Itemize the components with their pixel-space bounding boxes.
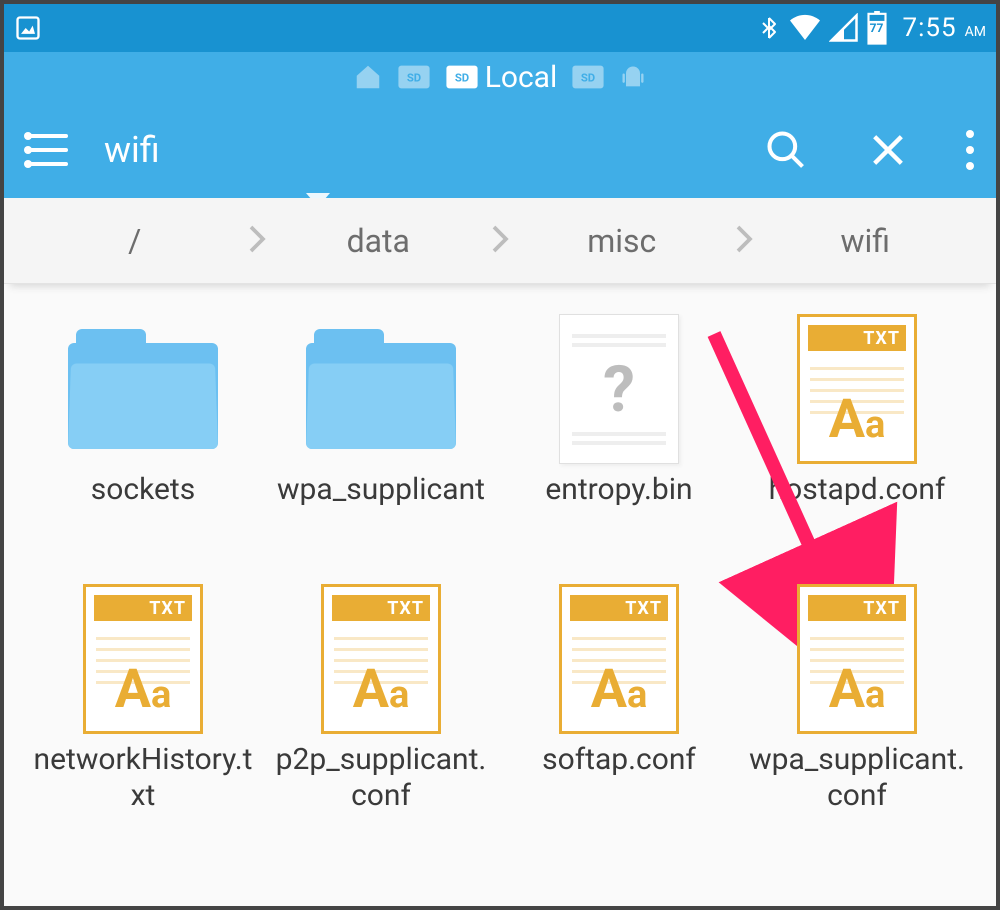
file-item[interactable]: TXTAa wpa_supplicant.conf <box>738 584 976 844</box>
file-item[interactable]: TXTAa softap.conf <box>500 584 738 844</box>
file-label: wpa_supplicant <box>277 472 485 508</box>
picture-icon <box>14 14 42 42</box>
txt-file-icon: TXTAa <box>782 314 932 464</box>
breadcrumb-misc[interactable]: misc <box>511 222 733 260</box>
file-label: entropy.bin <box>545 472 692 508</box>
breadcrumb-data[interactable]: data <box>268 222 490 260</box>
txt-file-icon: TXTAa <box>782 584 932 734</box>
file-grid: sockets wpa_supplicant? entropy.bin TXTAa ho… <box>4 284 996 906</box>
search-input[interactable]: wifi <box>104 129 160 171</box>
storage-tab-strip: SD SD Local SD <box>4 52 996 102</box>
folder-icon <box>68 314 218 464</box>
battery-icon: 77 <box>865 11 889 45</box>
bluetooth-icon <box>757 13 781 43</box>
folder-icon <box>306 314 456 464</box>
android-status-bar: 77 7:55 AM <box>4 4 996 52</box>
folder-item[interactable]: wpa_supplicant <box>262 314 500 574</box>
sd-tab-icon-2[interactable]: SD <box>571 64 605 90</box>
local-tab[interactable]: SD Local <box>445 60 558 95</box>
svg-text:SD: SD <box>407 70 421 84</box>
txt-file-icon: TXTAa <box>306 584 456 734</box>
file-item[interactable]: ? entropy.bin <box>500 314 738 574</box>
cell-signal-icon <box>829 13 859 43</box>
local-tab-label: Local <box>485 60 558 95</box>
clock-time: 7:55 <box>903 13 957 43</box>
folder-item[interactable]: sockets <box>24 314 262 574</box>
file-item[interactable]: TXTAa p2p_supplicant.conf <box>262 584 500 844</box>
overflow-menu-icon[interactable] <box>966 130 974 170</box>
file-item[interactable]: TXTAa hostapd.conf <box>738 314 976 574</box>
file-label: networkHistory.txt <box>33 742 253 814</box>
txt-file-icon: TXTAa <box>544 584 694 734</box>
svg-text:SD: SD <box>455 70 469 84</box>
search-icon[interactable] <box>762 126 810 174</box>
sd-tab-icon[interactable]: SD <box>397 64 431 90</box>
file-label: p2p_supplicant.conf <box>271 742 491 814</box>
file-item[interactable]: TXTAa networkHistory.txt <box>24 584 262 844</box>
chevron-right-icon <box>733 224 755 258</box>
clock-ampm: AM <box>965 24 986 40</box>
svg-text:SD: SD <box>581 70 595 84</box>
close-icon[interactable] <box>864 126 912 174</box>
chevron-right-icon <box>489 224 511 258</box>
wifi-icon <box>787 13 823 43</box>
breadcrumb-root[interactable]: / <box>24 222 246 260</box>
chevron-right-icon <box>246 224 268 258</box>
txt-file-icon: TXTAa <box>68 584 218 734</box>
menu-list-icon[interactable] <box>26 134 68 166</box>
file-label: softap.conf <box>542 742 696 778</box>
file-label: hostapd.conf <box>769 472 946 508</box>
breadcrumb-wifi[interactable]: wifi <box>755 222 977 260</box>
file-label: wpa_supplicant.conf <box>747 742 967 814</box>
search-value: wifi <box>104 129 160 171</box>
app-bar: wifi <box>4 102 996 198</box>
breadcrumb: / data misc wifi <box>4 198 996 284</box>
home-tab-icon[interactable] <box>353 62 383 92</box>
battery-percent: 77 <box>865 21 889 35</box>
file-label: sockets <box>91 472 195 508</box>
android-tab-icon[interactable] <box>619 62 647 92</box>
unknown-file-icon: ? <box>544 314 694 464</box>
